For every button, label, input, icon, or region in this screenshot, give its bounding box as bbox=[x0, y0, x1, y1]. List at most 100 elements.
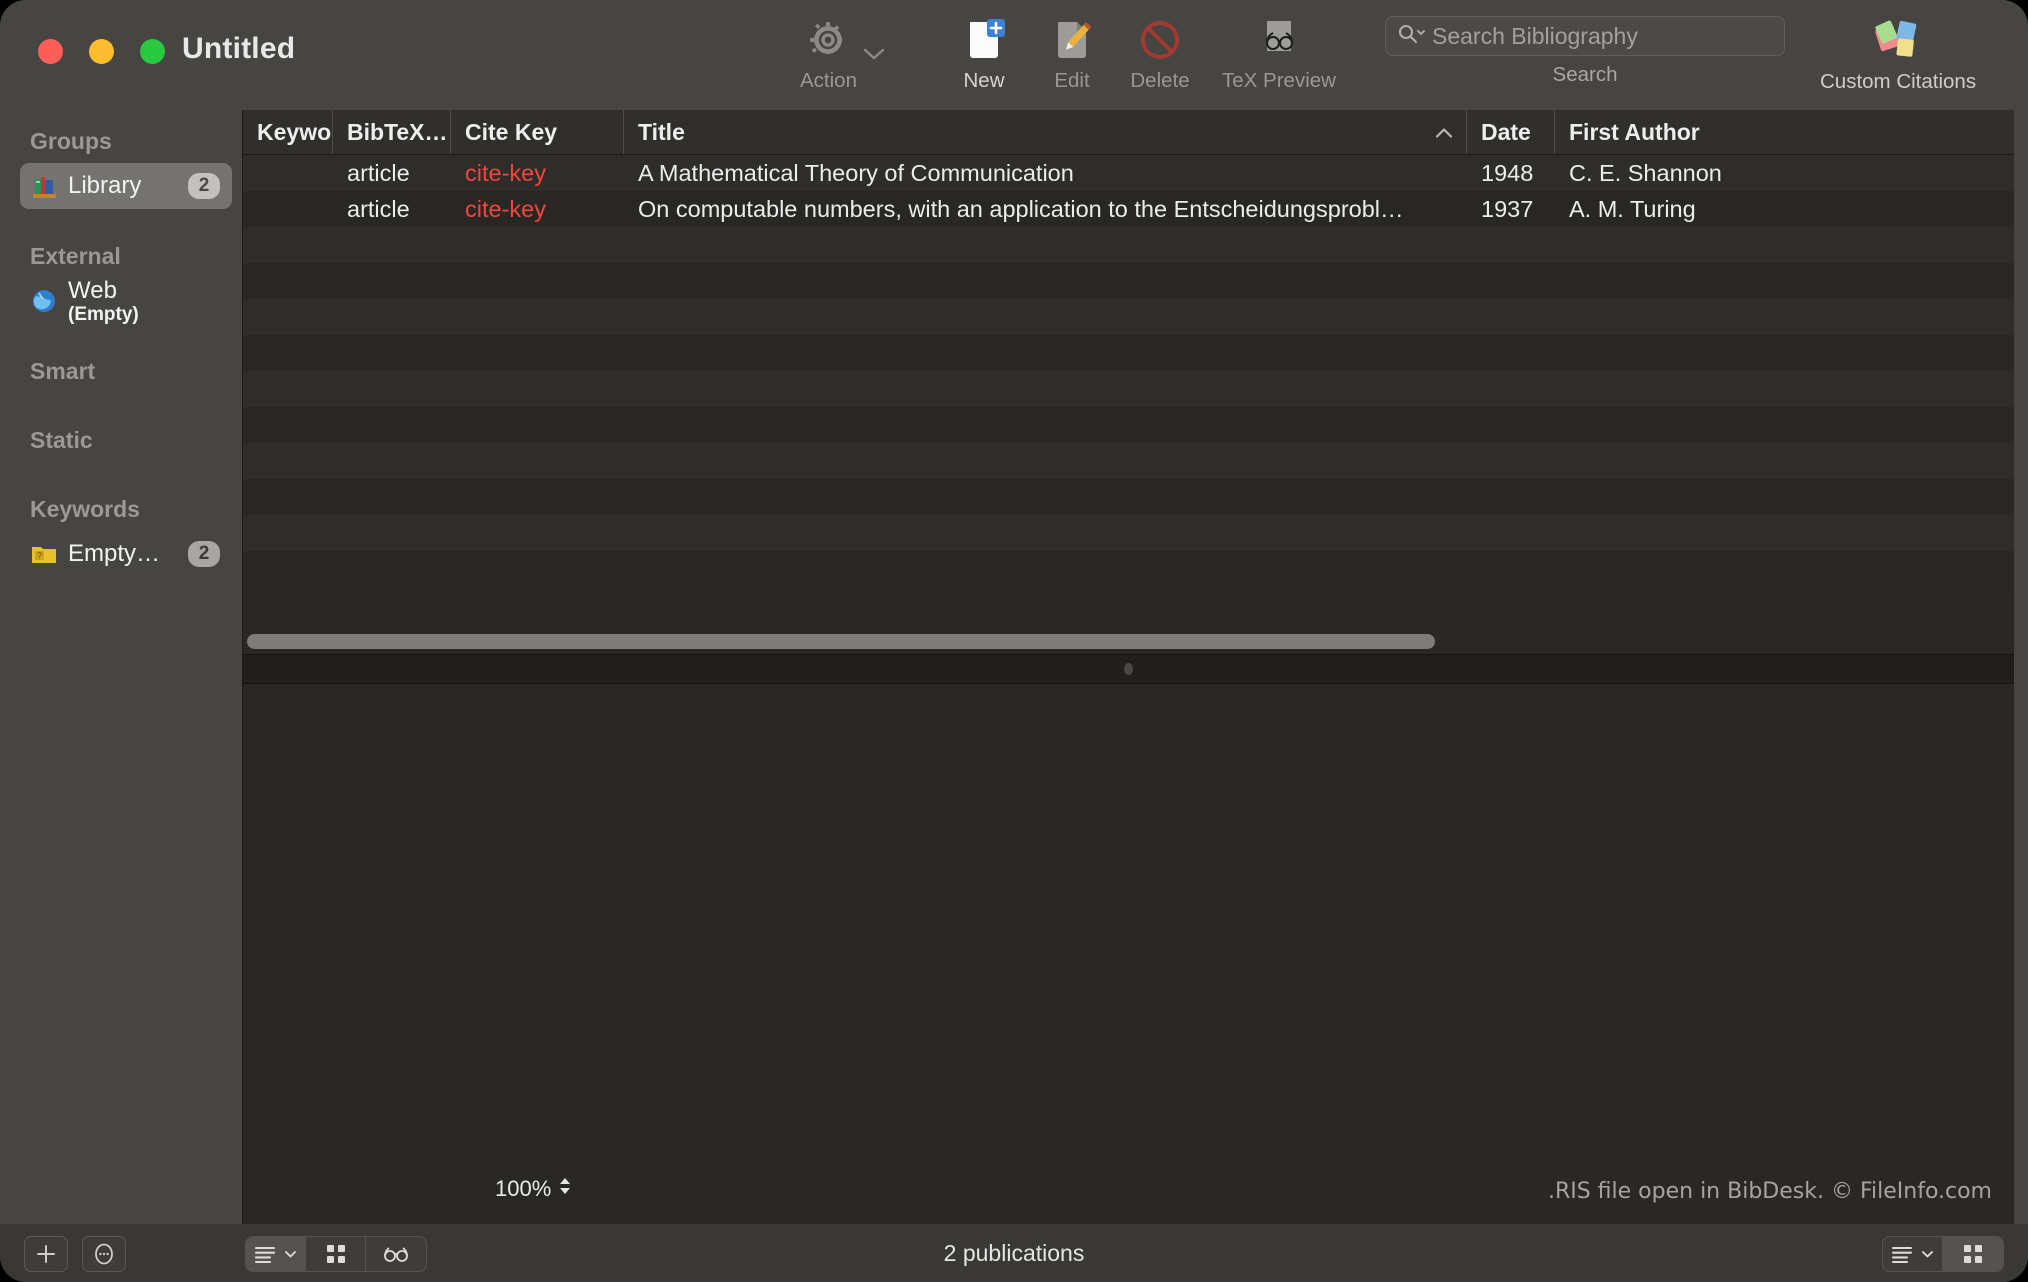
edit-label: Edit bbox=[1054, 69, 1090, 92]
sidebar-section-smart: Smart bbox=[30, 358, 96, 384]
table-row-empty bbox=[243, 515, 2014, 551]
search-placeholder: Search Bibliography bbox=[1432, 22, 1638, 49]
view-mode-segmented-right bbox=[1882, 1236, 2004, 1272]
close-window-button[interactable] bbox=[38, 39, 63, 64]
toolbar-main-group: New Edit Delete TeX Preview bbox=[940, 14, 1354, 93]
preview-pane: 100% .RIS file open in BibDesk. © FileIn… bbox=[243, 684, 2014, 1224]
table-cell-author: C. E. Shannon bbox=[1569, 159, 1722, 186]
sidebar-item-web[interactable]: Web (Empty) bbox=[20, 277, 232, 324]
table-header-keywords[interactable]: Keywo… bbox=[243, 110, 333, 154]
table-header-bibtex-label: BibTeX… bbox=[347, 118, 448, 145]
list-view-button-right[interactable] bbox=[1883, 1237, 1943, 1271]
zoom-window-button[interactable] bbox=[140, 39, 165, 64]
table-cell-date: 1937 bbox=[1481, 195, 1534, 222]
table-row-empty bbox=[243, 479, 2014, 515]
table-body: article cite-key A Mathematical Theory of … bbox=[243, 155, 2014, 628]
search-input[interactable]: Search Bibliography bbox=[1385, 16, 1785, 56]
table-row-empty bbox=[243, 299, 2014, 335]
table-row-empty bbox=[243, 335, 2014, 371]
table-header-bibtex[interactable]: BibTeX… bbox=[333, 110, 451, 154]
new-document-icon bbox=[961, 14, 1007, 66]
table-header-keywords-label: Keywo… bbox=[257, 118, 332, 145]
delete-button[interactable]: Delete bbox=[1116, 14, 1204, 93]
table-cell-bibtex: article bbox=[347, 195, 410, 222]
status-bar: 2 publications bbox=[0, 1224, 2028, 1282]
table-row[interactable]: article cite-key On computable numbers, wi… bbox=[243, 191, 2014, 227]
sort-ascending-icon bbox=[1434, 119, 1454, 146]
table-header-author-label: First Author bbox=[1569, 118, 1700, 145]
delete-label: Delete bbox=[1130, 69, 1190, 92]
table-header-title[interactable]: Title bbox=[624, 110, 1467, 154]
sidebar-item-web-label: Web bbox=[68, 277, 117, 305]
sidebar-item-library[interactable]: Library 2 bbox=[20, 163, 232, 209]
sidebar-section-static: Static bbox=[30, 427, 93, 453]
list-view-button[interactable] bbox=[246, 1237, 306, 1271]
table-row[interactable]: article cite-key A Mathematical Theory of … bbox=[243, 155, 2014, 191]
group-action-menu-button[interactable] bbox=[82, 1235, 126, 1272]
table-row-empty bbox=[243, 407, 2014, 443]
grid-view-button[interactable] bbox=[306, 1237, 366, 1271]
table-header-title-label: Title bbox=[638, 118, 685, 145]
table-header-author[interactable]: First Author bbox=[1555, 110, 1755, 154]
toolbar-search-group: Search Bibliography Search bbox=[1385, 16, 1785, 87]
sidebar-section-keywords: Keywords bbox=[30, 496, 140, 522]
new-button[interactable]: New bbox=[940, 14, 1028, 93]
folder-question-icon: ? bbox=[30, 540, 58, 568]
sidebar-item-keyword-empty-count: 2 bbox=[188, 541, 220, 567]
table-header-date-label: Date bbox=[1481, 118, 1531, 145]
zoom-level-label: 100% bbox=[495, 1176, 552, 1201]
table-cell-bibtex: article bbox=[347, 159, 410, 186]
table-header-citekey[interactable]: Cite Key bbox=[451, 110, 624, 154]
add-group-button[interactable] bbox=[24, 1235, 68, 1272]
toolbar: Untitled Action New Edit Delete TeX Prev… bbox=[0, 0, 2028, 110]
sidebar-item-keyword-empty[interactable]: ? Empty… 2 bbox=[20, 531, 232, 577]
sidebar-item-library-label: Library bbox=[68, 172, 142, 199]
publications-table: Keywo… BibTeX… Cite Key Title Date First Auth… bbox=[243, 110, 2014, 654]
status-bar-left-buttons bbox=[24, 1235, 126, 1272]
sidebar-item-library-count: 2 bbox=[188, 173, 220, 199]
search-icon[interactable] bbox=[1396, 22, 1426, 51]
preview-glasses-button[interactable] bbox=[366, 1237, 426, 1271]
globe-icon bbox=[30, 287, 58, 315]
pane-splitter[interactable] bbox=[243, 654, 2014, 684]
stepper-arrows-icon[interactable] bbox=[557, 1174, 573, 1204]
table-cell-date: 1948 bbox=[1481, 159, 1534, 186]
table-cell-author: A. M. Turing bbox=[1569, 195, 1696, 222]
table-cell-title: On computable numbers, with an applicati… bbox=[638, 195, 1404, 222]
gear-icon bbox=[807, 14, 849, 66]
glasses-page-icon bbox=[1256, 14, 1302, 66]
sidebar-section-external: External bbox=[30, 243, 121, 269]
svg-text:?: ? bbox=[37, 551, 42, 561]
action-button[interactable]: Action bbox=[800, 14, 920, 93]
table-header-row: Keywo… BibTeX… Cite Key Title Date First Auth… bbox=[243, 110, 2014, 155]
grid-view-button-right[interactable] bbox=[1943, 1237, 2003, 1271]
sidebar-item-keyword-empty-label: Empty… bbox=[68, 540, 161, 567]
sidebar: Groups Library 2 External Web (Empty) Sm… bbox=[0, 110, 242, 1224]
edit-pencil-icon bbox=[1049, 14, 1095, 66]
splitter-handle[interactable] bbox=[1124, 663, 1133, 675]
sidebar-section-groups: Groups bbox=[30, 128, 112, 154]
toolbar-action-group: Action bbox=[800, 14, 920, 93]
zoom-stepper[interactable]: 100% bbox=[495, 1174, 573, 1204]
tex-preview-button[interactable]: TeX Preview bbox=[1204, 14, 1354, 93]
content-area: Keywo… BibTeX… Cite Key Title Date First Auth… bbox=[242, 110, 2014, 1224]
table-row-empty bbox=[243, 443, 2014, 479]
table-cell-title: A Mathematical Theory of Communication bbox=[638, 159, 1074, 186]
preview-watermark: .RIS file open in BibDesk. © FileInfo.co… bbox=[1547, 1179, 1992, 1204]
edit-button[interactable]: Edit bbox=[1028, 14, 1116, 93]
table-header-date[interactable]: Date bbox=[1467, 110, 1555, 154]
books-icon bbox=[30, 172, 58, 200]
tex-preview-label: TeX Preview bbox=[1222, 69, 1336, 92]
custom-citations-button[interactable]: Custom Citations bbox=[1820, 14, 1976, 94]
minimize-window-button[interactable] bbox=[89, 39, 114, 64]
table-row-empty bbox=[243, 371, 2014, 407]
chevron-down-icon[interactable] bbox=[863, 47, 885, 66]
horizontal-scrollbar[interactable] bbox=[243, 628, 2014, 654]
table-header-citekey-label: Cite Key bbox=[465, 118, 558, 145]
custom-citations-label: Custom Citations bbox=[1820, 70, 1977, 93]
horizontal-scrollbar-thumb[interactable] bbox=[247, 633, 1436, 649]
view-mode-segmented-left bbox=[245, 1236, 427, 1272]
